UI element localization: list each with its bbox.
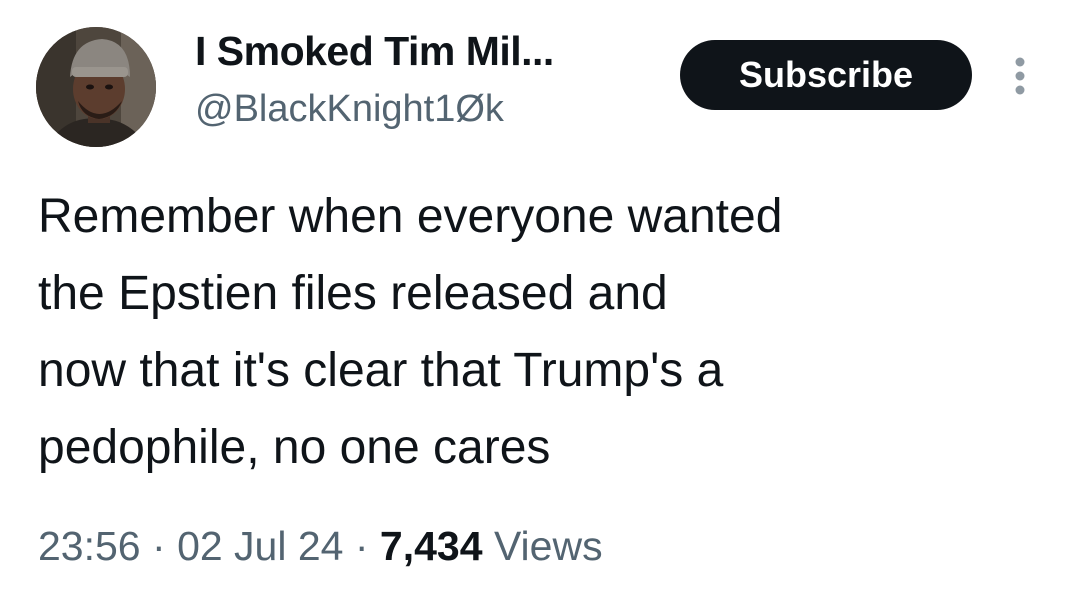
meta-separator: · [152,523,178,569]
tweet-meta: 23:56 · 02 Jul 24 · 7,434 Views [38,523,603,570]
more-vertical-icon [1015,57,1025,95]
avatar[interactable] [36,27,156,147]
views-label: Views [493,523,603,569]
tweet-text-line: the Epstien files released and [38,267,668,320]
avatar-image [36,27,156,147]
author-handle[interactable]: @BlackKnight1Øk [195,88,504,131]
tweet-card: I Smoked Tim Mil... @BlackKnight1Øk Subs… [0,0,1065,611]
tweet-time[interactable]: 23:56 [38,523,141,569]
tweet-text-line: now that it's clear that Trump's a [38,344,724,397]
tweet-text-line: pedophile, no one cares [38,421,551,474]
tweet-text-line: Remember when everyone wanted [38,190,783,243]
more-options-button[interactable] [1008,56,1032,96]
author-display-name[interactable]: I Smoked Tim Mil... [195,28,554,75]
tweet-text: Remember when everyone wanted the Epstie… [38,178,1038,486]
subscribe-button[interactable]: Subscribe [680,40,972,110]
meta-separator: · [354,523,380,569]
tweet-date[interactable]: 02 Jul 24 [177,523,343,569]
views-count[interactable]: 7,434 [380,523,483,569]
